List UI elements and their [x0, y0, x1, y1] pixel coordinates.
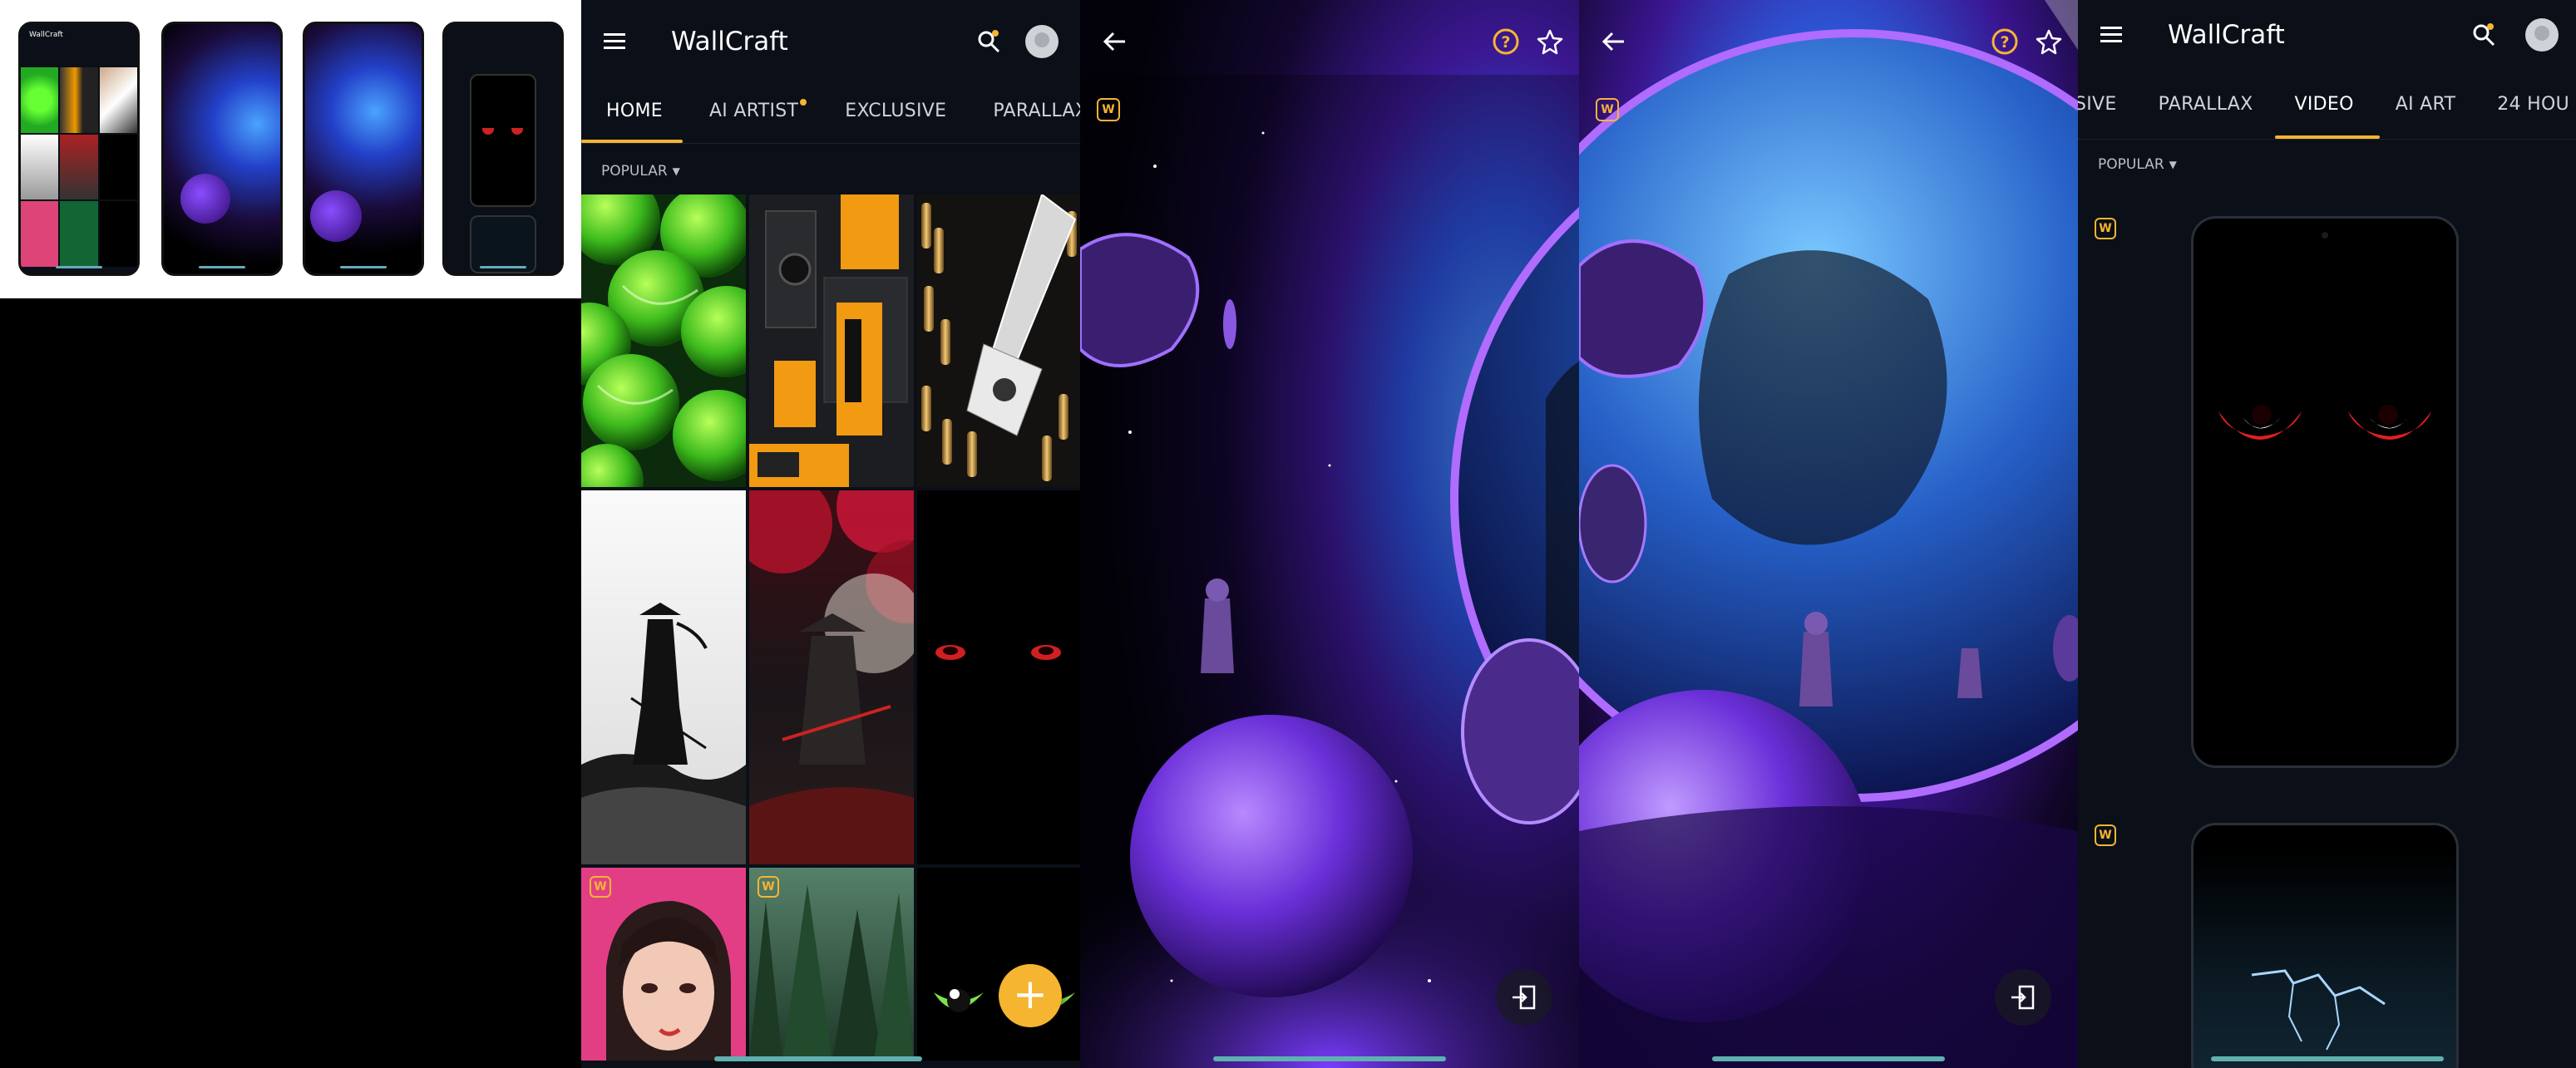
- tab-parallax[interactable]: PARALLAX: [993, 101, 1080, 121]
- wallpaper-tile-tennis[interactable]: [581, 194, 746, 487]
- svg-text:?: ?: [1501, 33, 1510, 52]
- system-nav-bar[interactable]: [2211, 1056, 2444, 1061]
- wallpaper-tile-samurai-red[interactable]: [749, 490, 914, 864]
- menu-icon[interactable]: [2095, 18, 2128, 52]
- tab-ai-art[interactable]: AI ART: [2396, 94, 2456, 115]
- wallpaper-tile-red-eyes[interactable]: [917, 490, 1080, 864]
- top-app-bar: WallCraft: [581, 0, 1080, 83]
- wallpaper-tile-green-eye[interactable]: [917, 868, 1080, 1061]
- sort-label: POPULAR: [2098, 156, 2164, 173]
- wallpaper-preview-screen-1: ? W: [1080, 0, 1579, 1068]
- tab-24-hours[interactable]: 24 HOU: [2497, 94, 2569, 115]
- set-wallpaper-button[interactable]: [1496, 969, 1552, 1026]
- app-title: WallCraft: [671, 27, 788, 57]
- thumb-home[interactable]: WallCraft: [18, 22, 140, 276]
- sort-dropdown[interactable]: POPULAR ▼: [601, 163, 680, 180]
- top-app-bar: WallCraft: [2078, 0, 2576, 70]
- set-wallpaper-icon: [2011, 985, 2035, 1010]
- exclusive-badge: W: [2095, 218, 2116, 239]
- wallpaper-tile-pistol[interactable]: [917, 194, 1080, 487]
- thumb-preview-1[interactable]: [161, 22, 283, 276]
- avatar[interactable]: [1025, 25, 1059, 58]
- wallpaper-tile-mech[interactable]: [749, 194, 914, 487]
- wallpaper-tile-forest[interactable]: W: [749, 868, 914, 1061]
- wallpaper-tile-girl[interactable]: W: [581, 868, 746, 1061]
- tab-home[interactable]: HOME: [606, 101, 663, 121]
- video-screen: WallCraft SIVE PARALLAX VIDEO AI ART 24 …: [2078, 0, 2576, 1068]
- help-icon[interactable]: ?: [1986, 23, 2023, 60]
- wallpaper-image-space: [1579, 0, 2078, 1068]
- sort-dropdown[interactable]: POPULAR ▼: [2098, 156, 2177, 173]
- sort-label: POPULAR: [601, 163, 668, 180]
- video-wallpaper-card-lightning[interactable]: [2191, 823, 2459, 1068]
- app-title: WallCraft: [2168, 20, 2285, 50]
- thumb-video[interactable]: [442, 22, 564, 276]
- wallpaper-image-space: [1080, 0, 1579, 1068]
- wallpaper-preview-screen-2: ? W: [1579, 0, 2078, 1068]
- exclusive-badge: W: [758, 876, 779, 898]
- category-tabs: SIVE PARALLAX VIDEO AI ART 24 HOU: [2078, 75, 2576, 133]
- back-icon[interactable]: [1098, 25, 1132, 58]
- tab-video[interactable]: VIDEO: [2295, 94, 2354, 115]
- exclusive-badge: W: [590, 876, 611, 898]
- set-wallpaper-icon: [1513, 985, 1536, 1010]
- star-icon[interactable]: [1532, 23, 1568, 60]
- tab-ai-artist-label: AI ARTIST: [708, 100, 799, 121]
- preview-top-bar: ?: [1579, 0, 2078, 83]
- back-icon[interactable]: [1597, 25, 1631, 58]
- dropdown-arrow-icon: ▼: [672, 165, 680, 177]
- category-tabs: HOME AI ARTIST EXCLUSIVE PARALLAX: [606, 81, 1080, 140]
- system-nav-bar[interactable]: [1213, 1056, 1446, 1061]
- video-wallpaper-card-eyes[interactable]: [2191, 216, 2459, 768]
- new-dot: [800, 98, 807, 106]
- star-icon[interactable]: [2031, 23, 2067, 60]
- add-fab[interactable]: +: [999, 964, 1062, 1027]
- exclusive-badge: W: [2095, 824, 2116, 846]
- help-icon[interactable]: ?: [1488, 23, 1524, 60]
- search-icon[interactable]: [2465, 17, 2502, 53]
- thumb-preview-2[interactable]: [303, 22, 424, 276]
- svg-text:?: ?: [2000, 33, 2009, 52]
- home-screen: WallCraft HOME AI ARTIST EXCLUSIVE PARAL…: [581, 0, 1080, 1068]
- search-icon[interactable]: [970, 23, 1007, 60]
- exclusive-badge: W: [1097, 98, 1120, 121]
- system-nav-bar[interactable]: [1712, 1056, 1945, 1061]
- dropdown-arrow-icon: ▼: [2169, 159, 2177, 170]
- tab-exclusive[interactable]: SIVE: [2078, 94, 2117, 115]
- wallpaper-tile-samurai-white[interactable]: [581, 490, 746, 864]
- system-nav-bar[interactable]: [714, 1056, 922, 1061]
- set-wallpaper-button[interactable]: [1995, 969, 2051, 1026]
- tab-parallax[interactable]: PARALLAX: [2159, 94, 2253, 115]
- thumb-title: WallCraft: [29, 31, 63, 39]
- tab-exclusive[interactable]: EXCLUSIVE: [845, 101, 946, 121]
- tab-ai-artist[interactable]: AI ARTIST: [708, 98, 807, 121]
- avatar[interactable]: [2525, 18, 2559, 52]
- add-icon: +: [1013, 970, 1048, 1018]
- preview-top-bar: ?: [1080, 0, 1579, 83]
- menu-icon[interactable]: [598, 25, 631, 58]
- exclusive-badge: W: [1596, 98, 1619, 121]
- thumbnail-overview: WallCraft: [0, 0, 581, 298]
